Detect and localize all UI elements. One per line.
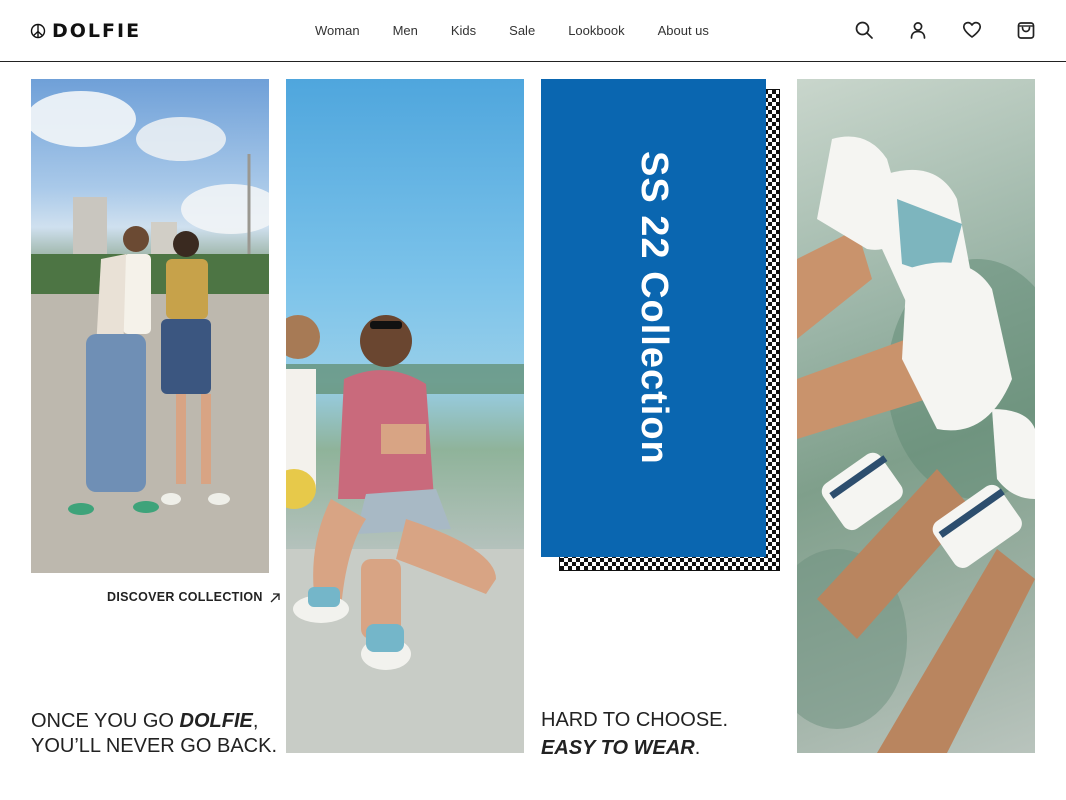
tagline-left-suffix: , (252, 710, 259, 732)
tagline-right-line2: EASY TO WEAR. (541, 734, 728, 762)
brand-logo[interactable]: DOLFIE (30, 20, 141, 42)
tagline-right-line1: HARD TO CHOOSE. (541, 709, 729, 731)
site-header: DOLFIE Woman Men Kids Sale Lookbook Abou… (0, 0, 1066, 62)
discover-collection-link[interactable]: DISCOVER COLLECTION (107, 590, 281, 604)
nav-kids[interactable]: Kids (451, 23, 476, 38)
user-icon[interactable] (908, 20, 928, 40)
heart-icon[interactable] (962, 20, 982, 40)
arrow-up-right-icon (269, 591, 281, 603)
nav-lookbook[interactable]: Lookbook (568, 23, 624, 38)
tagline-left-line1: ONCE YOU GO DOLFIE, (31, 709, 277, 734)
collection-title: SS 22 Collection (633, 151, 675, 465)
tagline-left: ONCE YOU GO DOLFIE, YOU’LL NEVER GO BACK… (31, 709, 277, 759)
tagline-right-suffix: . (694, 737, 701, 759)
bag-icon[interactable] (1016, 20, 1036, 40)
tagline-left-prefix: ONCE YOU GO (31, 710, 180, 732)
main-nav: Woman Men Kids Sale Lookbook About us (315, 23, 709, 38)
header-actions (854, 20, 1036, 40)
peace-icon (30, 23, 46, 39)
tagline-right: HARD TO CHOOSE. EASY TO WEAR. (541, 706, 728, 762)
lookbook-image-friends (31, 79, 269, 573)
nav-woman[interactable]: Woman (315, 23, 360, 38)
tagline-left-brand: DOLFIE (179, 710, 253, 732)
nav-about-us[interactable]: About us (658, 23, 709, 38)
nav-sale[interactable]: Sale (509, 23, 535, 38)
lookbook-image-sitting (286, 79, 524, 753)
lookbook-image-sneakers (797, 79, 1035, 753)
search-icon[interactable] (854, 20, 874, 40)
tagline-right-emphasis: EASY TO WEAR (541, 737, 695, 759)
nav-men[interactable]: Men (393, 23, 418, 38)
discover-collection-label: DISCOVER COLLECTION (107, 590, 263, 604)
brand-name: DOLFIE (52, 20, 142, 42)
collection-title-wrap: SS 22 Collection (541, 79, 766, 557)
tagline-left-line2: YOU’LL NEVER GO BACK. (31, 735, 277, 757)
